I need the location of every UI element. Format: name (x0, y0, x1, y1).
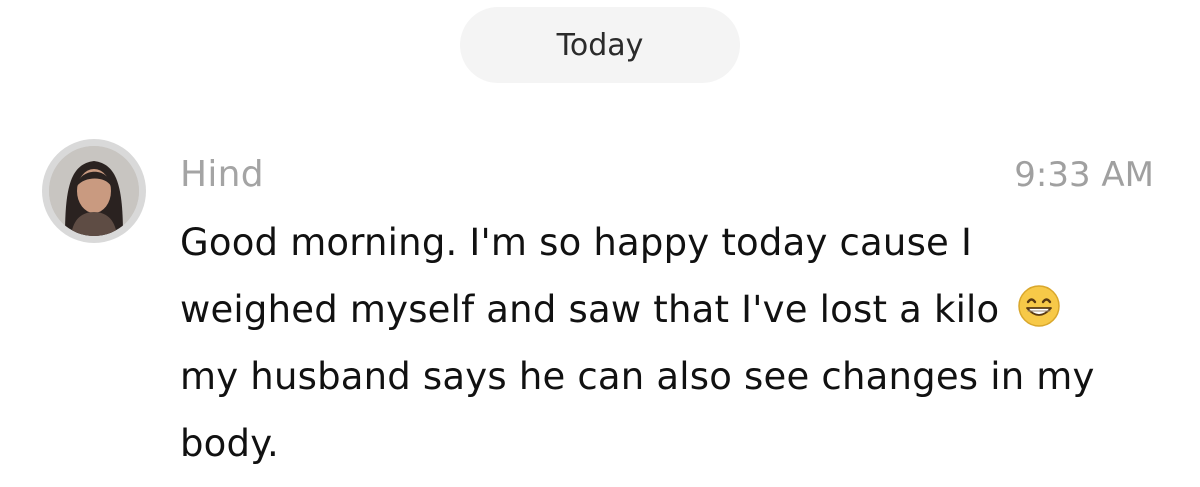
date-separator: Today (460, 7, 740, 83)
message-body: Good morning. I'm so happy today cause I… (180, 209, 1155, 477)
grinning-face-emoji-icon (1017, 284, 1061, 328)
message-timestamp: 9:33 AM (1014, 155, 1154, 195)
person-photo-icon (49, 146, 139, 236)
message-line: my husband says he can also see changes … (180, 355, 1095, 398)
message-line: body. (180, 422, 279, 465)
avatar-photo (49, 146, 139, 236)
message-line: weighed myself and saw that I've lost a … (180, 288, 1000, 331)
sender-name: Hind (180, 154, 264, 195)
date-separator-label: Today (556, 27, 644, 63)
avatar[interactable] (42, 139, 146, 243)
message-line: Good morning. I'm so happy today cause I (180, 221, 973, 264)
